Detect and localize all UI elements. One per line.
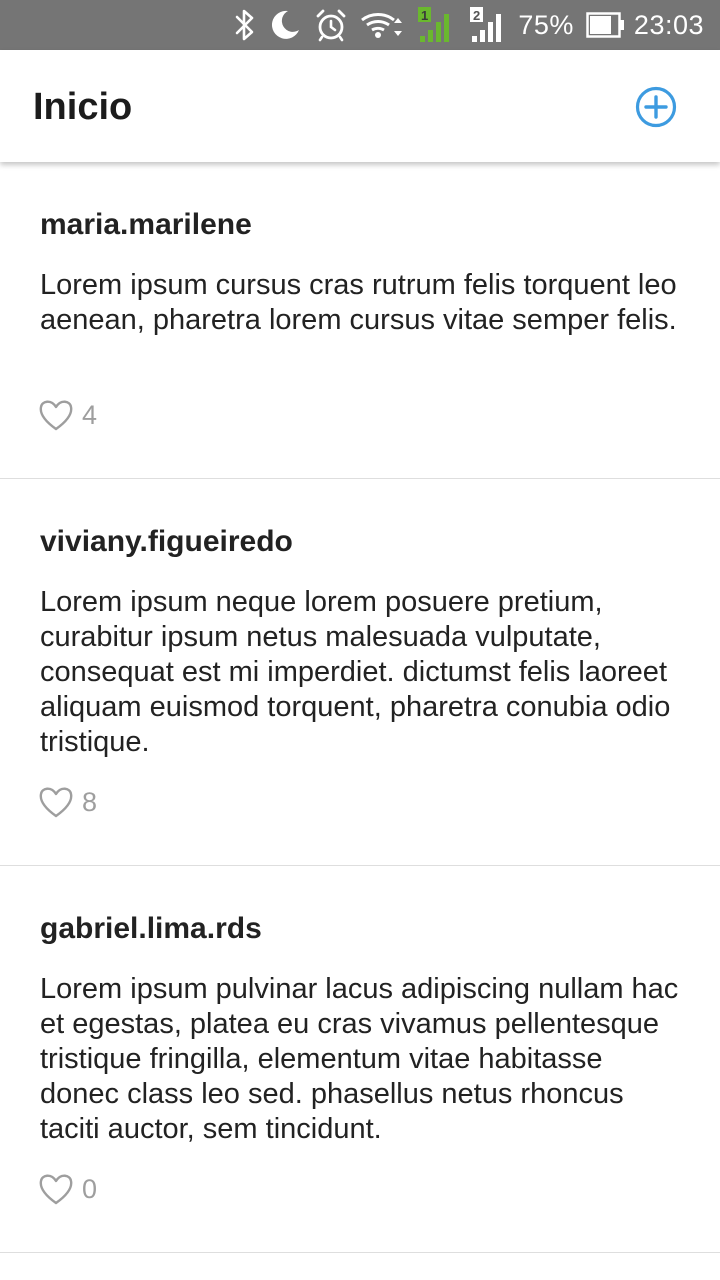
status-bar: 1 2 75% 23:03 <box>0 0 720 50</box>
plus-circle-icon <box>635 86 677 128</box>
sim2-label: 2 <box>473 8 480 23</box>
battery-icon <box>586 0 626 50</box>
clock-time: 23:03 <box>633 9 704 40</box>
alarm-icon <box>314 0 348 50</box>
heart-icon[interactable] <box>38 785 74 819</box>
like-row: 8 <box>38 785 97 819</box>
post-username[interactable]: maria.marilene <box>40 208 252 242</box>
like-count: 0 <box>82 1173 98 1204</box>
post-text: Lorem ipsum pulvinar lacus adipiscing nu… <box>40 973 679 1145</box>
like-row: 4 <box>38 398 97 432</box>
like-count: 8 <box>82 786 98 817</box>
post-username[interactable]: gabriel.lima.rds <box>40 912 262 946</box>
app-bar: Inicio <box>0 50 720 162</box>
battery-percent: 75% <box>518 9 574 40</box>
post-text: Lorem ipsum neque lorem posuere pretium,… <box>40 586 671 758</box>
bluetooth-icon <box>234 0 256 50</box>
post-username[interactable]: viviany.figueiredo <box>40 525 293 559</box>
signal-sim2-icon: 2 <box>470 0 510 50</box>
post-feed: maria.marilene Lorem ipsum cursus cras r… <box>0 162 720 1253</box>
post-card: gabriel.lima.rds Lorem ipsum pulvinar la… <box>0 866 720 1253</box>
post-card: maria.marilene Lorem ipsum cursus cras r… <box>0 162 720 479</box>
moon-icon <box>268 0 302 50</box>
signal-sim1-icon: 1 <box>418 0 458 50</box>
page-title: Inicio <box>33 86 133 128</box>
sim1-label: 1 <box>421 8 428 23</box>
like-row: 0 <box>38 1172 97 1206</box>
post-card: viviany.figueiredo Lorem ipsum neque lor… <box>0 479 720 866</box>
post-text: Lorem ipsum cursus cras rutrum felis tor… <box>40 269 677 336</box>
like-count: 4 <box>82 399 98 430</box>
wifi-icon <box>360 0 406 50</box>
heart-icon[interactable] <box>38 1172 74 1206</box>
heart-icon[interactable] <box>38 398 74 432</box>
add-post-button[interactable] <box>634 85 678 129</box>
